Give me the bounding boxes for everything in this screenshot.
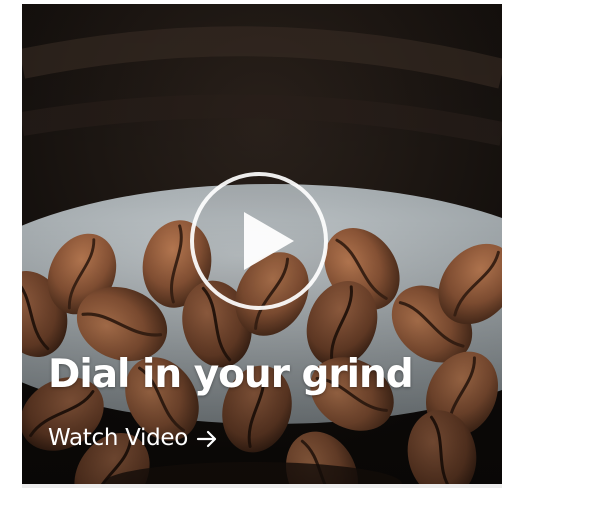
arrow-right-icon xyxy=(196,430,217,447)
play-icon xyxy=(244,212,294,270)
card-bottom-edge xyxy=(22,484,502,488)
card-title: Dial in your grind xyxy=(48,352,414,397)
video-card[interactable]: Dial in your grind Watch Video xyxy=(22,4,502,484)
watch-video-link[interactable]: Watch Video xyxy=(48,425,218,453)
play-button[interactable] xyxy=(190,172,328,310)
watch-video-label: Watch Video xyxy=(48,425,189,451)
